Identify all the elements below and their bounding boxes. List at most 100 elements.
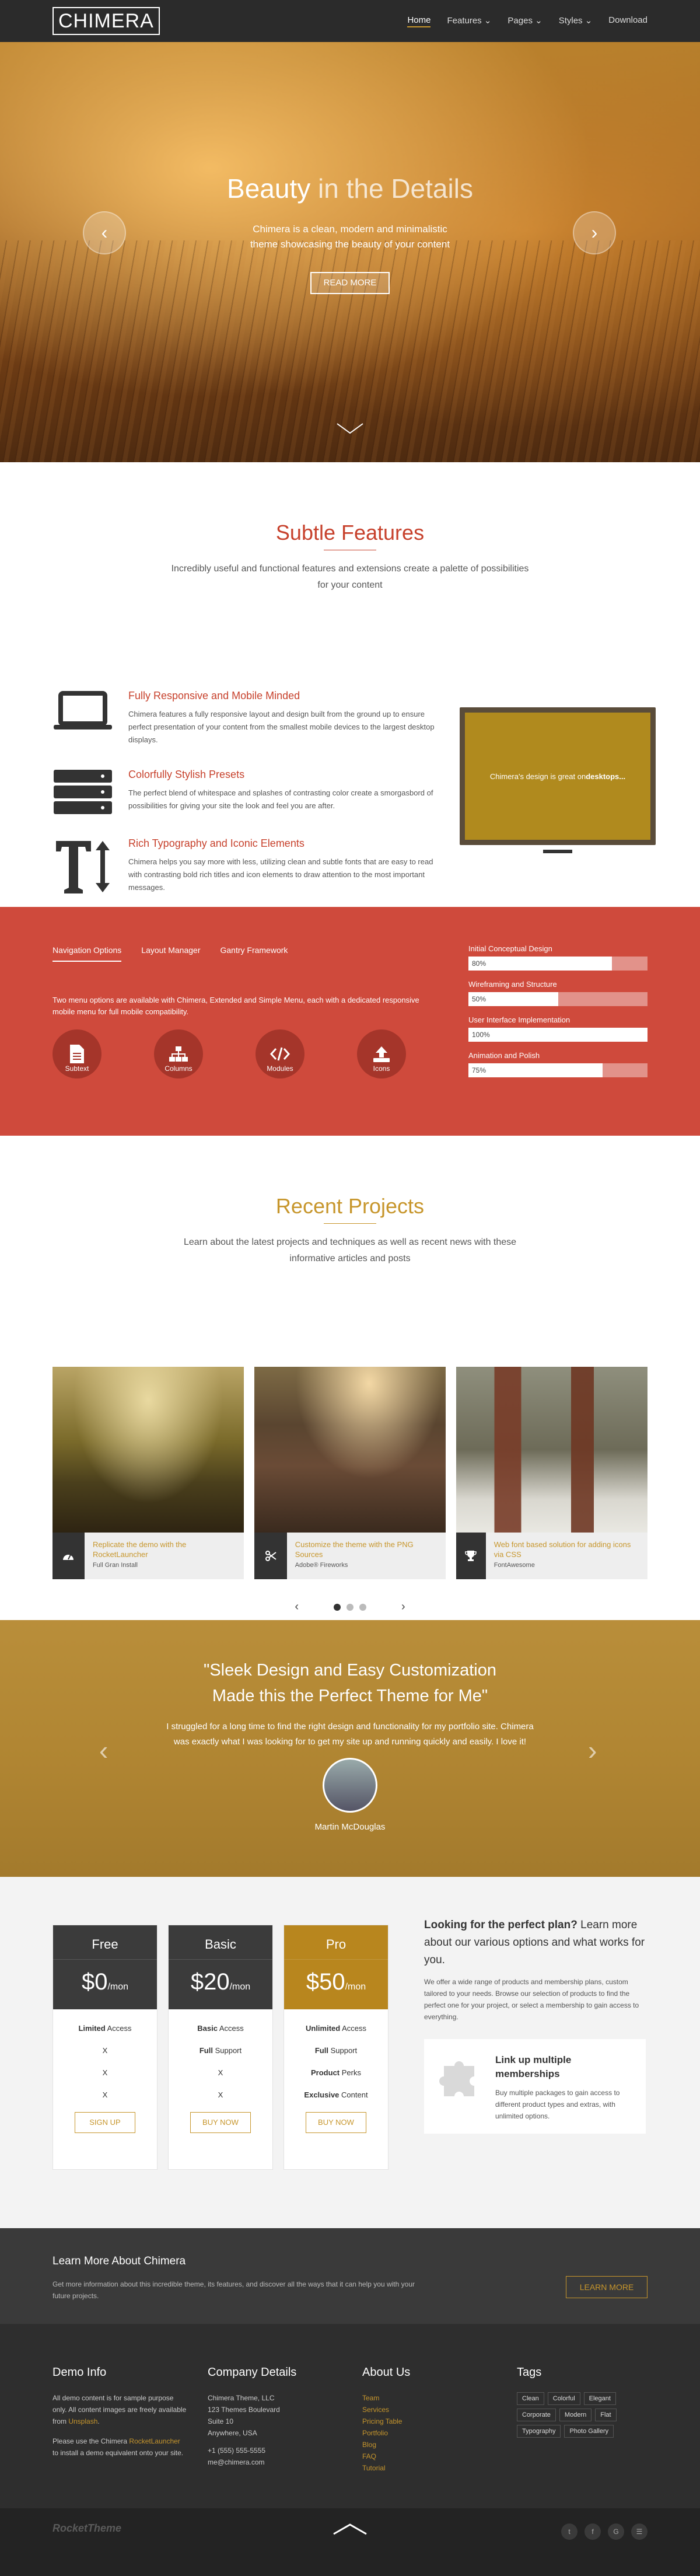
- circle-subtext[interactable]: Subtext: [52, 1029, 102, 1078]
- plan-price: $50/mon: [284, 1959, 388, 1995]
- tab-navigation-options[interactable]: Navigation Options: [52, 945, 122, 962]
- pager-dot[interactable]: [334, 1603, 341, 1611]
- circle-label: Columns: [164, 1064, 192, 1073]
- nav-item-download[interactable]: Download: [608, 15, 648, 27]
- pager-dot[interactable]: [359, 1603, 366, 1611]
- circle-modules[interactable]: Modules: [256, 1029, 304, 1078]
- project-image: [254, 1367, 446, 1533]
- buy-now-button[interactable]: BUY NOW: [190, 2112, 251, 2133]
- pricing-info: Looking for the perfect plan? Learn more…: [424, 1917, 646, 2134]
- header-bar: CHIMERA Home Features ⌄ Pages ⌄ Styles ⌄…: [0, 0, 700, 42]
- tag[interactable]: Colorful: [547, 2392, 580, 2405]
- about-link-portfolio[interactable]: Portfolio: [362, 2429, 388, 2437]
- pager-dot[interactable]: [346, 1603, 354, 1611]
- testimonial-prev-button[interactable]: ‹: [99, 1734, 108, 1766]
- hero-title: Beauty in the Details: [0, 173, 700, 204]
- project-card[interactable]: Web font based solution for adding icons…: [456, 1367, 648, 1579]
- plan-price: $20/mon: [169, 1959, 272, 1995]
- nav-item-styles[interactable]: Styles ⌄: [559, 15, 593, 27]
- learn-more-section: Learn More About Chimera Get more inform…: [0, 2228, 700, 2324]
- tag[interactable]: Clean: [517, 2392, 544, 2405]
- site-logo[interactable]: CHIMERA: [52, 7, 160, 35]
- read-more-button[interactable]: READ MORE: [310, 272, 390, 294]
- project-meta: Adobe® Fireworks: [295, 1562, 348, 1569]
- footer-bottom-bar: RocketTheme t f G ☰: [0, 2508, 700, 2576]
- twitter-icon[interactable]: t: [561, 2523, 578, 2540]
- nav-item-pages[interactable]: Pages ⌄: [508, 15, 542, 27]
- google-icon[interactable]: G: [608, 2523, 624, 2540]
- monitor-frame: Chimera's design is great on desktops...: [460, 707, 656, 845]
- feature-item: Fully Responsive and Mobile Minded Chime…: [52, 690, 438, 746]
- footer: Demo Info All demo content is for sample…: [0, 2324, 700, 2508]
- footer-text: Please use the Chimera RocketLauncher to…: [52, 2437, 184, 2457]
- tag[interactable]: Flat: [595, 2409, 617, 2421]
- projects-title-main: Projects: [348, 1194, 425, 1218]
- project-cards: Replicate the demo with the RocketLaunch…: [52, 1367, 648, 1579]
- progress-fill: 50%: [468, 992, 558, 1006]
- buy-now-button[interactable]: BUY NOW: [306, 2112, 366, 2133]
- project-meta: Full Gran Install: [92, 1562, 138, 1569]
- testimonial-next-button[interactable]: ›: [588, 1734, 597, 1766]
- progress-track: 100%: [468, 1028, 648, 1042]
- carousel-pager: ‹ ›: [52, 1600, 648, 1614]
- progress-track: 80%: [468, 957, 648, 971]
- company-line: Anywhere, USA: [208, 2429, 257, 2437]
- rss-icon[interactable]: ☰: [631, 2523, 648, 2540]
- tag[interactable]: Elegant: [583, 2392, 616, 2405]
- learn-more-title: Learn More About Chimera: [52, 2255, 186, 2267]
- project-card[interactable]: Replicate the demo with the RocketLaunch…: [52, 1367, 244, 1579]
- project-title[interactable]: Web font based solution for adding icons…: [494, 1540, 639, 1559]
- project-card[interactable]: Customize the theme with the PNG Sources…: [254, 1367, 446, 1579]
- chevron-left-icon: ‹: [101, 222, 108, 243]
- tab-gantry-framework[interactable]: Gantry Framework: [220, 945, 288, 962]
- server-stack-icon: [52, 769, 128, 815]
- about-link-faq[interactable]: FAQ: [362, 2452, 376, 2460]
- hero-prev-button[interactable]: ‹: [83, 211, 126, 254]
- hero-next-button[interactable]: ›: [573, 211, 616, 254]
- chevron-down-icon[interactable]: [336, 423, 364, 434]
- features-title: Subtle Features: [52, 521, 648, 545]
- feature-item: Colorfully Stylish Presets The perfect b…: [52, 769, 438, 815]
- carousel-prev-button[interactable]: ‹: [295, 1600, 299, 1614]
- plan-feature: X: [102, 2090, 108, 2099]
- tag[interactable]: Photo Gallery: [564, 2425, 614, 2438]
- about-link-team[interactable]: Team: [362, 2394, 379, 2402]
- features-title-accent: Subtle: [275, 521, 335, 544]
- footer-heading: Company Details: [208, 2366, 297, 2379]
- carousel-next-button[interactable]: ›: [401, 1600, 405, 1614]
- rocketlauncher-link[interactable]: RocketLauncher: [129, 2437, 180, 2445]
- company-phone[interactable]: +1 (555) 555-5555: [208, 2445, 342, 2456]
- about-link-services[interactable]: Services: [362, 2406, 389, 2414]
- nav-item-home[interactable]: Home: [407, 15, 431, 27]
- project-title[interactable]: Customize the theme with the PNG Sources: [295, 1540, 438, 1559]
- unsplash-link[interactable]: Unsplash: [68, 2417, 97, 2425]
- project-title[interactable]: Replicate the demo with the RocketLaunch…: [93, 1540, 236, 1559]
- footer-heading: Tags: [517, 2366, 542, 2379]
- title-divider: [324, 1223, 376, 1224]
- learn-more-button[interactable]: LEARN MORE: [566, 2276, 648, 2298]
- sign-up-button[interactable]: SIGN UP: [75, 2112, 135, 2133]
- nav-item-features[interactable]: Features ⌄: [447, 15, 491, 27]
- circle-columns[interactable]: Columns: [154, 1029, 203, 1078]
- about-link-tutorial[interactable]: Tutorial: [362, 2464, 386, 2472]
- plan-feature: X: [102, 2046, 108, 2055]
- about-link-pricing[interactable]: Pricing Table: [362, 2417, 402, 2425]
- plan-free: Free $0/mon Limited Access X X X SIGN UP: [52, 1925, 158, 2170]
- rockettheme-logo[interactable]: RocketTheme: [52, 2522, 121, 2535]
- about-link-blog[interactable]: Blog: [362, 2441, 376, 2449]
- footer-tags: Tags Clean Colorful Elegant Corporate Mo…: [517, 2366, 651, 2438]
- tab-bar: Navigation Options Layout Manager Gantry…: [52, 945, 288, 962]
- tag[interactable]: Corporate: [517, 2409, 556, 2421]
- quote-line: "Sleek Design and Easy Customization: [204, 1661, 496, 1680]
- tag[interactable]: Typography: [517, 2425, 561, 2438]
- membership-text: Buy multiple packages to gain access to …: [495, 2089, 620, 2120]
- progress-label: Initial Conceptual Design: [468, 944, 552, 953]
- chevron-up-icon[interactable]: [331, 2522, 369, 2535]
- circle-icons[interactable]: Icons: [357, 1029, 406, 1078]
- facebook-icon[interactable]: f: [584, 2523, 601, 2540]
- chevron-right-icon: ›: [591, 222, 598, 243]
- tag[interactable]: Modern: [559, 2409, 592, 2421]
- company-email[interactable]: me@chimera.com: [208, 2456, 342, 2468]
- scissors-icon: [254, 1533, 287, 1579]
- tab-layout-manager[interactable]: Layout Manager: [141, 945, 200, 962]
